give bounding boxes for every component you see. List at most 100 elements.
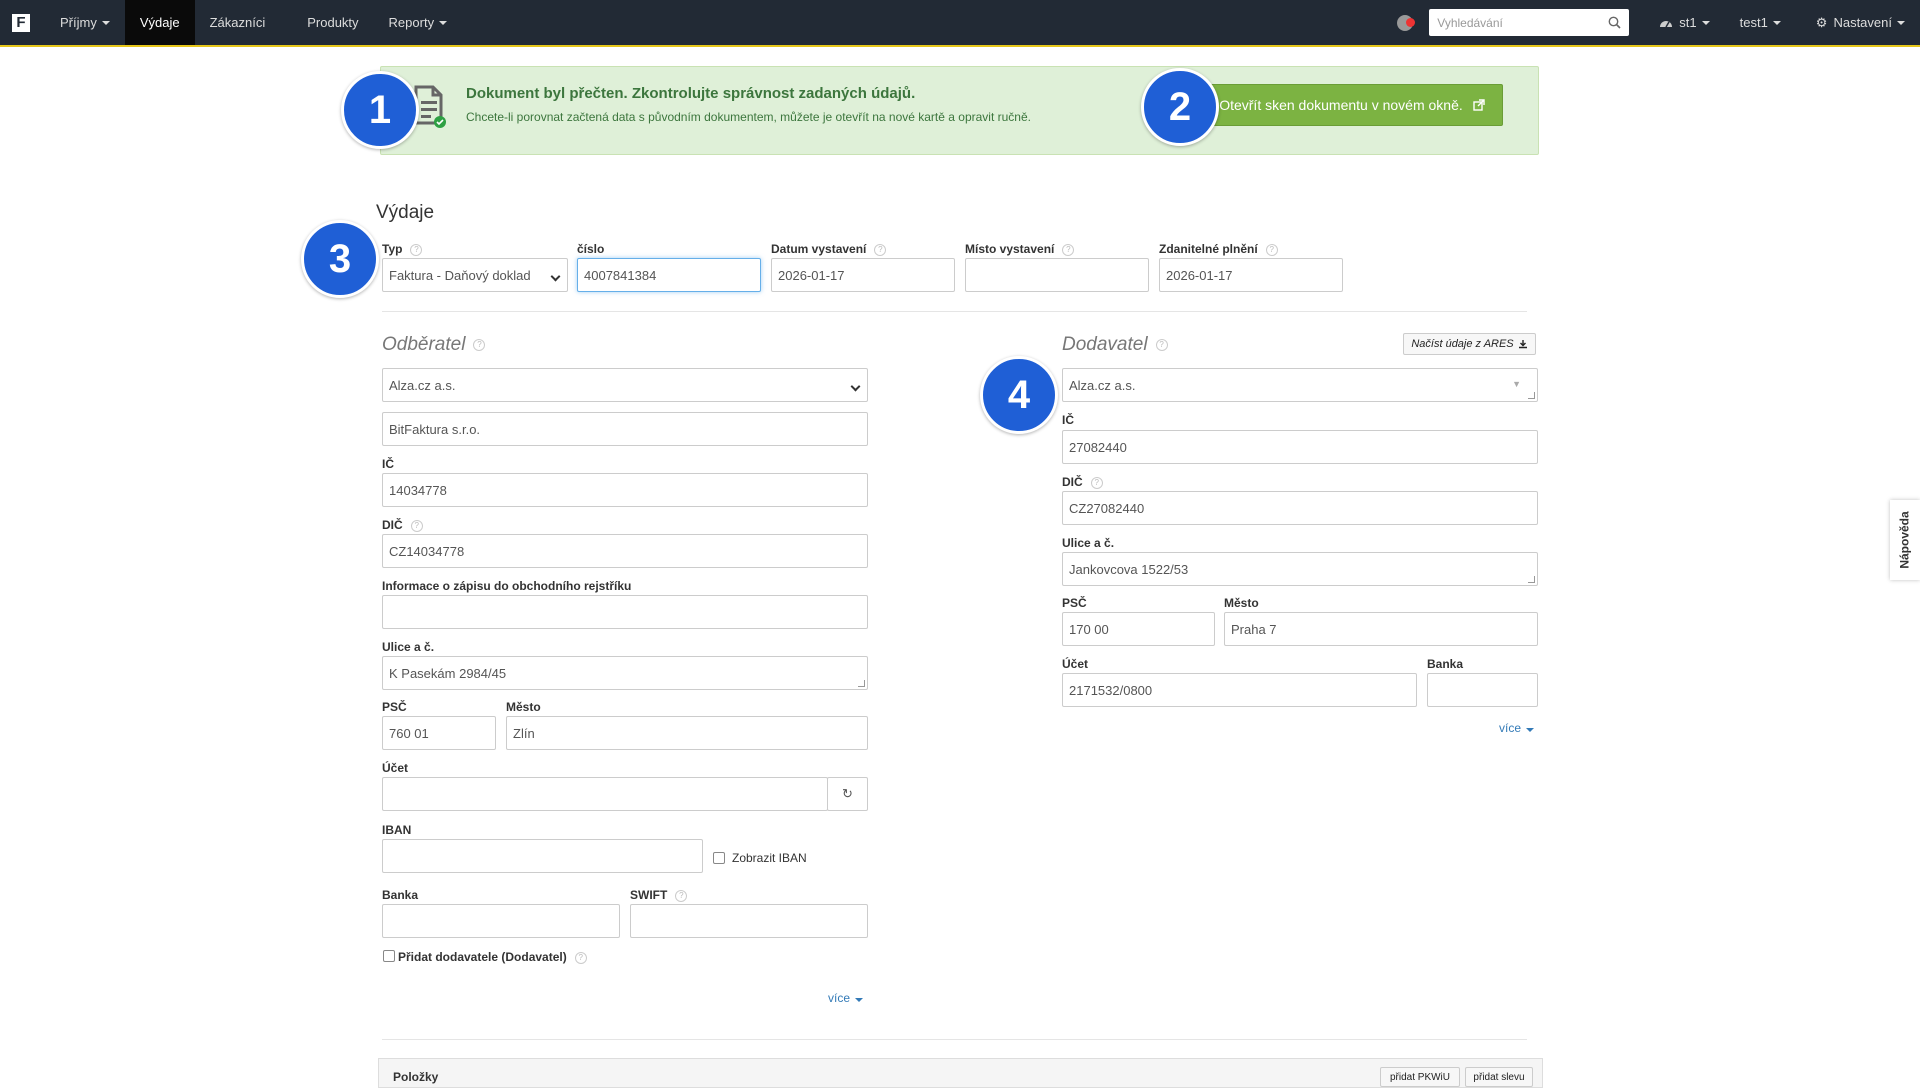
misto-label: Místo vystavení? [965,242,1075,256]
nav-user-st1[interactable]: st1 [1649,0,1719,45]
odberatel-ic-input[interactable]: 14034778 [382,473,868,507]
add-pkwiu-button[interactable]: přidat PKWiU [1380,1067,1460,1087]
resize-handle-icon[interactable] [1528,576,1535,583]
refresh-account-button[interactable]: ↻ [827,777,868,811]
nav-user-test1[interactable]: test1 [1720,0,1801,45]
add-supplier-label-text: Přidat dodavatele (Dodavatel) [398,950,567,964]
info-icon[interactable]: ? [410,243,423,256]
dodavatel-ulice-value: Jankovcova 1522/53 [1069,561,1189,577]
dodavatel-banka-input[interactable] [1427,673,1538,707]
info-icon[interactable]: ? [874,243,887,256]
odberatel-name-input[interactable]: BitFaktura s.r.o. [382,412,868,446]
dodavatel-ulice-input[interactable]: Jankovcova 1522/53 [1062,552,1538,586]
step-badge-3: 3 [301,220,379,298]
step-badge-1: 1 [341,71,419,149]
odberatel-more-link[interactable]: více [828,991,864,1005]
search-icon[interactable] [1608,16,1621,29]
misto-input[interactable] [965,258,1149,292]
nav-settings[interactable]: ⚙ Nastavení [1801,0,1920,45]
chevron-down-icon [850,381,861,392]
dodavatel-psc-label: PSČ [1062,596,1087,610]
odberatel-banka-input[interactable] [382,904,620,938]
cislo-label: číslo [577,242,605,256]
add-supplier-label[interactable]: Přidat dodavatele (Dodavatel)? [398,950,587,964]
dodavatel-ic-input[interactable]: 27082440 [1062,430,1538,464]
dodavatel-select-value: Alza.cz a.s. [1069,377,1136,393]
dodavatel-ucet-input[interactable]: 2171532/0800 [1062,673,1417,707]
nav-produkty[interactable]: Produkty [292,0,373,45]
add-supplier-checkbox[interactable] [383,950,395,962]
nav-vydaje[interactable]: Výdaje [124,0,195,45]
info-icon[interactable]: ? [1155,338,1168,351]
datum-input[interactable]: 2026-01-17 [771,258,955,292]
odberatel-ulice-label: Ulice a č. [382,640,435,654]
iban-input[interactable] [382,839,703,873]
odberatel-banka-label: Banka [382,888,419,902]
nav-user-test1-label: test1 [1739,15,1768,30]
cislo-input[interactable]: 4007841384 [577,258,761,292]
odberatel-mesto-input[interactable]: Zlín [506,716,868,750]
chevron-down-icon [101,20,110,25]
nav-prijmy[interactable]: Příjmy [45,0,125,45]
datum-label-text: Datum vystavení [771,242,867,256]
load-ares-button[interactable]: Načíst údaje z ARES [1403,333,1536,355]
rejstrik-input[interactable] [382,595,868,629]
typ-select[interactable]: Faktura - Daňový doklad [382,258,568,292]
info-icon[interactable]: ? [473,338,486,351]
dodavatel-psc-input[interactable]: 170 00 [1062,612,1215,646]
zdanitelne-input[interactable]: 2026-01-17 [1159,258,1343,292]
dodavatel-mesto-input[interactable]: Praha 7 [1224,612,1538,646]
odberatel-select[interactable]: Alza.cz a.s. [382,368,868,402]
info-icon[interactable]: ? [410,519,423,532]
resize-handle-icon[interactable] [1528,392,1535,399]
dodavatel-banka-label: Banka [1427,657,1464,671]
dodavatel-more-link[interactable]: více [1499,721,1535,735]
dodavatel-ulice-label: Ulice a č. [1062,536,1115,550]
help-side-tab-label: Nápověda [1898,511,1913,569]
dodavatel-dic-label: DIČ? [1062,475,1103,489]
show-iban-checkbox[interactable] [713,852,725,864]
show-iban-label[interactable]: Zobrazit IBAN [732,851,807,865]
dodavatel-dic-input[interactable]: CZ27082440 [1062,491,1538,525]
odberatel-mesto-label: Město [506,700,541,714]
open-scan-button[interactable]: Otevřít sken dokumentu v novém okně. [1201,84,1503,126]
dodavatel-select[interactable]: Alza.cz a.s. ▼ [1062,368,1538,402]
notification-icon[interactable] [1397,14,1416,31]
swift-input[interactable] [630,904,868,938]
odberatel-ucet-input[interactable] [382,777,828,811]
odberatel-ulice-input[interactable]: K Pasekám 2984/45 [382,656,868,690]
nav-reporty-label: Reporty [388,15,435,30]
chevron-down-icon [1526,728,1535,732]
add-discount-button[interactable]: přidat slevu [1465,1067,1533,1087]
chevron-down-icon [1701,20,1710,25]
chevron-down-icon [439,20,448,25]
section-divider [382,1039,1527,1040]
nav-prijmy-label: Příjmy [60,15,97,30]
nav-zakaznici[interactable]: Zákazníci [195,0,281,45]
dodavatel-dic-label-text: DIČ [1062,475,1083,489]
rejstrik-label: Informace o zápisu do obchodního rejstří… [382,579,632,593]
odberatel-dic-input[interactable]: CZ14034778 [382,534,868,568]
info-icon[interactable]: ? [1062,243,1075,256]
help-side-tab[interactable]: Nápověda [1890,500,1920,580]
gear-icon: ⚙ [1815,14,1828,30]
info-icon[interactable]: ? [574,951,587,964]
odberatel-dic-label: DIČ? [382,518,423,532]
nav-reporty[interactable]: Reporty [374,0,463,45]
page-title: Výdaje [376,202,435,223]
items-title: Položky [393,1070,439,1084]
info-icon[interactable]: ? [1265,243,1278,256]
download-icon [1518,340,1527,349]
app-logo[interactable]: F [12,13,30,32]
info-icon[interactable]: ? [1090,476,1103,489]
search-input[interactable]: Vyhledávání [1429,9,1630,36]
refresh-icon: ↻ [842,786,853,801]
dodavatel-ic-label: IČ [1062,413,1074,427]
odberatel-psc-input[interactable]: 760 01 [382,716,496,750]
open-scan-label: Otevřít sken dokumentu v novém okně. [1219,97,1463,113]
dodavatel-ucet-label: Účet [1062,657,1089,671]
datum-label: Datum vystavení? [771,242,887,256]
info-icon[interactable]: ? [675,889,688,902]
swift-label-text: SWIFT [630,888,668,902]
resize-handle-icon[interactable] [858,680,865,687]
